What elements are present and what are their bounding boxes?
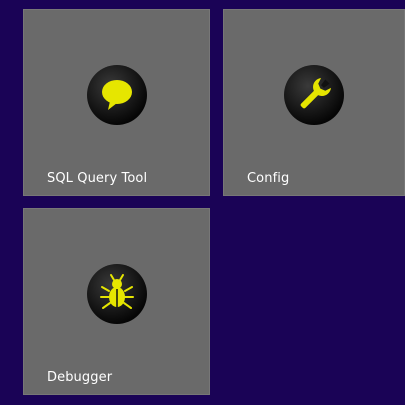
tile-label: Config: [247, 171, 290, 186]
app-tile-grid: SQL Query Tool Config Debugger: [0, 0, 405, 405]
tile-label: SQL Query Tool: [47, 171, 148, 186]
tile-label: Debugger: [47, 370, 113, 385]
chat-bubble-icon: [86, 64, 148, 126]
wrench-icon: [283, 64, 345, 126]
config-tile[interactable]: Config: [223, 9, 405, 196]
bug-icon: [86, 263, 148, 325]
sql-query-tool-tile[interactable]: SQL Query Tool: [23, 9, 210, 196]
debugger-tile[interactable]: Debugger: [23, 208, 210, 395]
